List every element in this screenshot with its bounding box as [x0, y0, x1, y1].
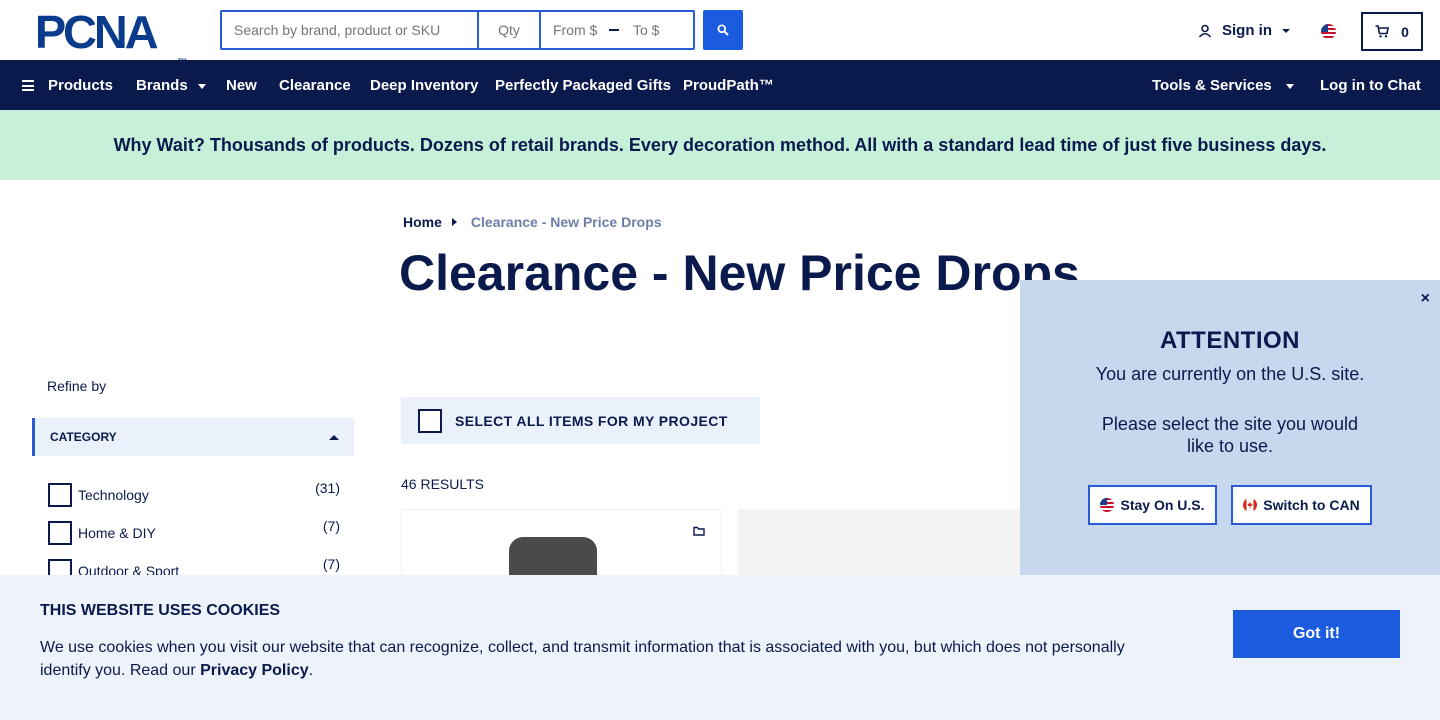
switch-can-label: Switch to CAN — [1263, 497, 1360, 513]
search-input[interactable] — [222, 12, 479, 48]
log-in-to-chat-link[interactable]: Log in to Chat — [1320, 77, 1421, 94]
select-all-label: SELECT ALL ITEMS FOR MY PROJECT — [455, 412, 728, 429]
nav-brands-label: Brands — [136, 77, 188, 94]
nav-perfectly-packaged-gifts[interactable]: Perfectly Packaged Gifts — [495, 77, 671, 94]
category-count: (7) — [322, 556, 340, 572]
folder-icon[interactable] — [693, 526, 705, 536]
breadcrumb-home[interactable]: Home — [403, 214, 442, 230]
attention-prompt: Please select the site you would like to… — [1101, 414, 1359, 456]
select-all-checkbox[interactable] — [418, 408, 442, 433]
category-header-label: CATEGORY — [50, 430, 117, 444]
refine-by-label: Refine by — [47, 378, 107, 394]
chevron-down-icon — [1282, 28, 1290, 33]
category-checkbox[interactable] — [48, 521, 72, 545]
nav-proudpath[interactable]: ProudPath™ — [683, 77, 774, 94]
cookie-period: . — [308, 662, 314, 679]
category-checkbox[interactable] — [48, 483, 72, 507]
nav-deep-inventory[interactable]: Deep Inventory — [370, 77, 478, 94]
us-flag-icon[interactable] — [1321, 24, 1336, 39]
price-to-input[interactable] — [633, 22, 681, 38]
cart-count: 0 — [1401, 23, 1409, 40]
search-button[interactable] — [703, 10, 743, 50]
cookie-banner: THIS WEBSITE USES COOKIES We use cookies… — [0, 575, 1440, 720]
close-icon[interactable]: × — [1421, 290, 1430, 308]
stay-on-us-button[interactable]: Stay On U.S. — [1088, 485, 1217, 525]
site-header: PCNATM Sign in — [0, 0, 1440, 65]
canada-flag-icon — [1243, 498, 1258, 512]
sign-in-label: Sign in — [1222, 22, 1272, 39]
main-nav: Products Brands New Clearance Deep Inven… — [0, 60, 1440, 110]
search-icon — [717, 24, 729, 36]
chevron-right-icon — [451, 218, 457, 226]
category-item-technology[interactable]: Technology (31) — [48, 480, 340, 508]
nav-products[interactable]: Products — [22, 77, 113, 94]
nav-tools-services[interactable]: Tools & Services — [1152, 77, 1294, 94]
got-it-button[interactable]: Got it! — [1233, 610, 1400, 658]
pcna-logo[interactable]: PCNATM — [35, 9, 187, 65]
nav-brands[interactable]: Brands — [136, 77, 206, 94]
qty-input[interactable] — [479, 12, 541, 48]
nav-products-label: Products — [48, 77, 114, 94]
price-from-input[interactable] — [553, 22, 601, 38]
menu-icon — [22, 80, 34, 91]
cookie-text: We use cookies when you visit our websit… — [40, 636, 1140, 682]
chevron-up-icon — [329, 434, 339, 440]
category-label: Home & DIY — [78, 525, 156, 541]
cart-button[interactable]: 0 — [1361, 12, 1423, 51]
category-count: (7) — [322, 518, 340, 534]
user-icon — [1198, 24, 1212, 38]
page-title: Clearance - New Price Drops — [399, 245, 1080, 301]
privacy-policy-link[interactable]: Privacy Policy — [200, 662, 309, 679]
range-dash — [609, 29, 619, 31]
chevron-down-icon — [1285, 84, 1294, 89]
price-range — [541, 12, 693, 48]
results-count: 46 RESULTS — [401, 476, 484, 492]
stay-us-label: Stay On U.S. — [1120, 497, 1205, 513]
category-label: Technology — [78, 487, 149, 503]
select-all-items[interactable]: SELECT ALL ITEMS FOR MY PROJECT — [401, 397, 760, 444]
breadcrumb: Home Clearance - New Price Drops — [403, 214, 662, 230]
site-selector-popup: × ATTENTION You are currently on the U.S… — [1020, 280, 1440, 580]
breadcrumb-current: Clearance - New Price Drops — [470, 214, 662, 230]
nav-tools-label: Tools & Services — [1152, 77, 1272, 94]
category-filter-header[interactable]: CATEGORY — [32, 418, 354, 456]
nav-new[interactable]: New — [226, 77, 257, 94]
promo-text: Why Wait? Thousands of products. Dozens … — [113, 134, 1327, 155]
chevron-down-icon — [197, 84, 206, 89]
search-bar — [220, 10, 695, 50]
switch-to-can-button[interactable]: Switch to CAN — [1231, 485, 1372, 525]
category-item-home-diy[interactable]: Home & DIY (7) — [48, 518, 340, 546]
us-flag-icon — [1100, 498, 1115, 512]
nav-clearance[interactable]: Clearance — [279, 77, 351, 94]
attention-title: ATTENTION — [1159, 327, 1301, 354]
sign-in-menu[interactable]: Sign in — [1198, 22, 1290, 39]
category-count: (31) — [315, 480, 340, 496]
cookie-title: THIS WEBSITE USES COOKIES — [40, 602, 281, 619]
cart-icon — [1375, 25, 1390, 38]
promo-banner: Why Wait? Thousands of products. Dozens … — [0, 110, 1440, 180]
attention-message: You are currently on the U.S. site. — [1095, 364, 1365, 384]
